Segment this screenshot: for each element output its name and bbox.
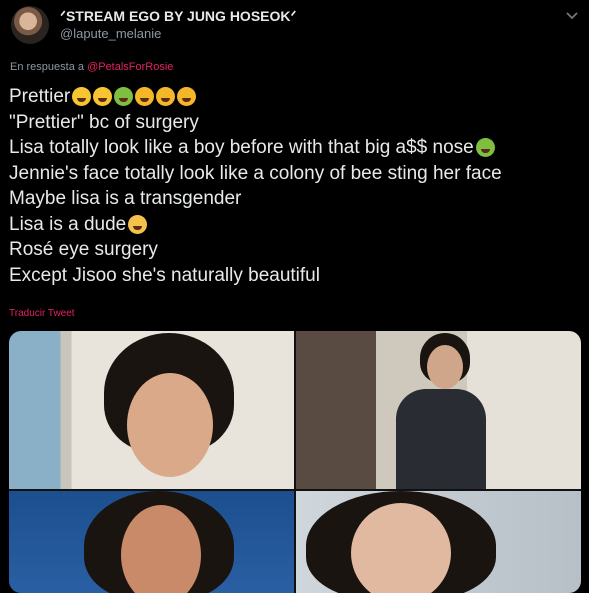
tweet-line: Except Jisoo she's naturally beautiful [9,264,320,286]
reply-prefix: En respuesta a [10,61,84,73]
media-grid[interactable] [9,331,581,593]
tweet-line: "Prettier" bc of surgery [9,111,199,133]
author-handle[interactable]: @lapute_melanie [60,26,161,41]
photo-4[interactable] [296,491,581,593]
tweet-line: Jennie's face totally look like a colony… [9,162,502,184]
crying-emoji-icon [93,87,113,107]
reply-mention-link[interactable]: @PetalsForRosie [87,61,173,73]
crying-emoji-icon [72,87,92,107]
tweet-line: Lisa is a dude [9,212,579,238]
reply-context: En respuesta a @PetalsForRosie [10,61,173,73]
tweet-line: Rosé eye surgery [9,239,158,260]
laughing-emoji-icon [177,87,197,107]
tweet-line: Prettier [9,84,579,110]
photo-1[interactable] [9,331,294,489]
author-name[interactable]: ᐟSTREAM EGO BY JUNG HOSEOKᐟ [60,8,296,25]
avatar[interactable] [11,6,49,44]
tweet-line: Maybe lisa is a transgender [9,188,242,209]
photo-3[interactable] [9,491,294,593]
laughing-emoji-icon [156,87,176,107]
nauseated-emoji-icon [114,87,134,107]
chevron-down-icon[interactable] [565,8,579,22]
laughing-emoji-icon [135,87,155,107]
photo-2[interactable] [296,331,581,489]
tweet-line: Lisa totally look like a boy before with… [9,135,579,161]
screaming-emoji-icon [128,214,148,234]
translate-tweet-link[interactable]: Traducir Tweet [9,308,75,319]
nauseated-emoji-icon [475,138,495,158]
tweet-text: Prettier "Prettier" bc of surgery Lisa t… [9,84,579,288]
